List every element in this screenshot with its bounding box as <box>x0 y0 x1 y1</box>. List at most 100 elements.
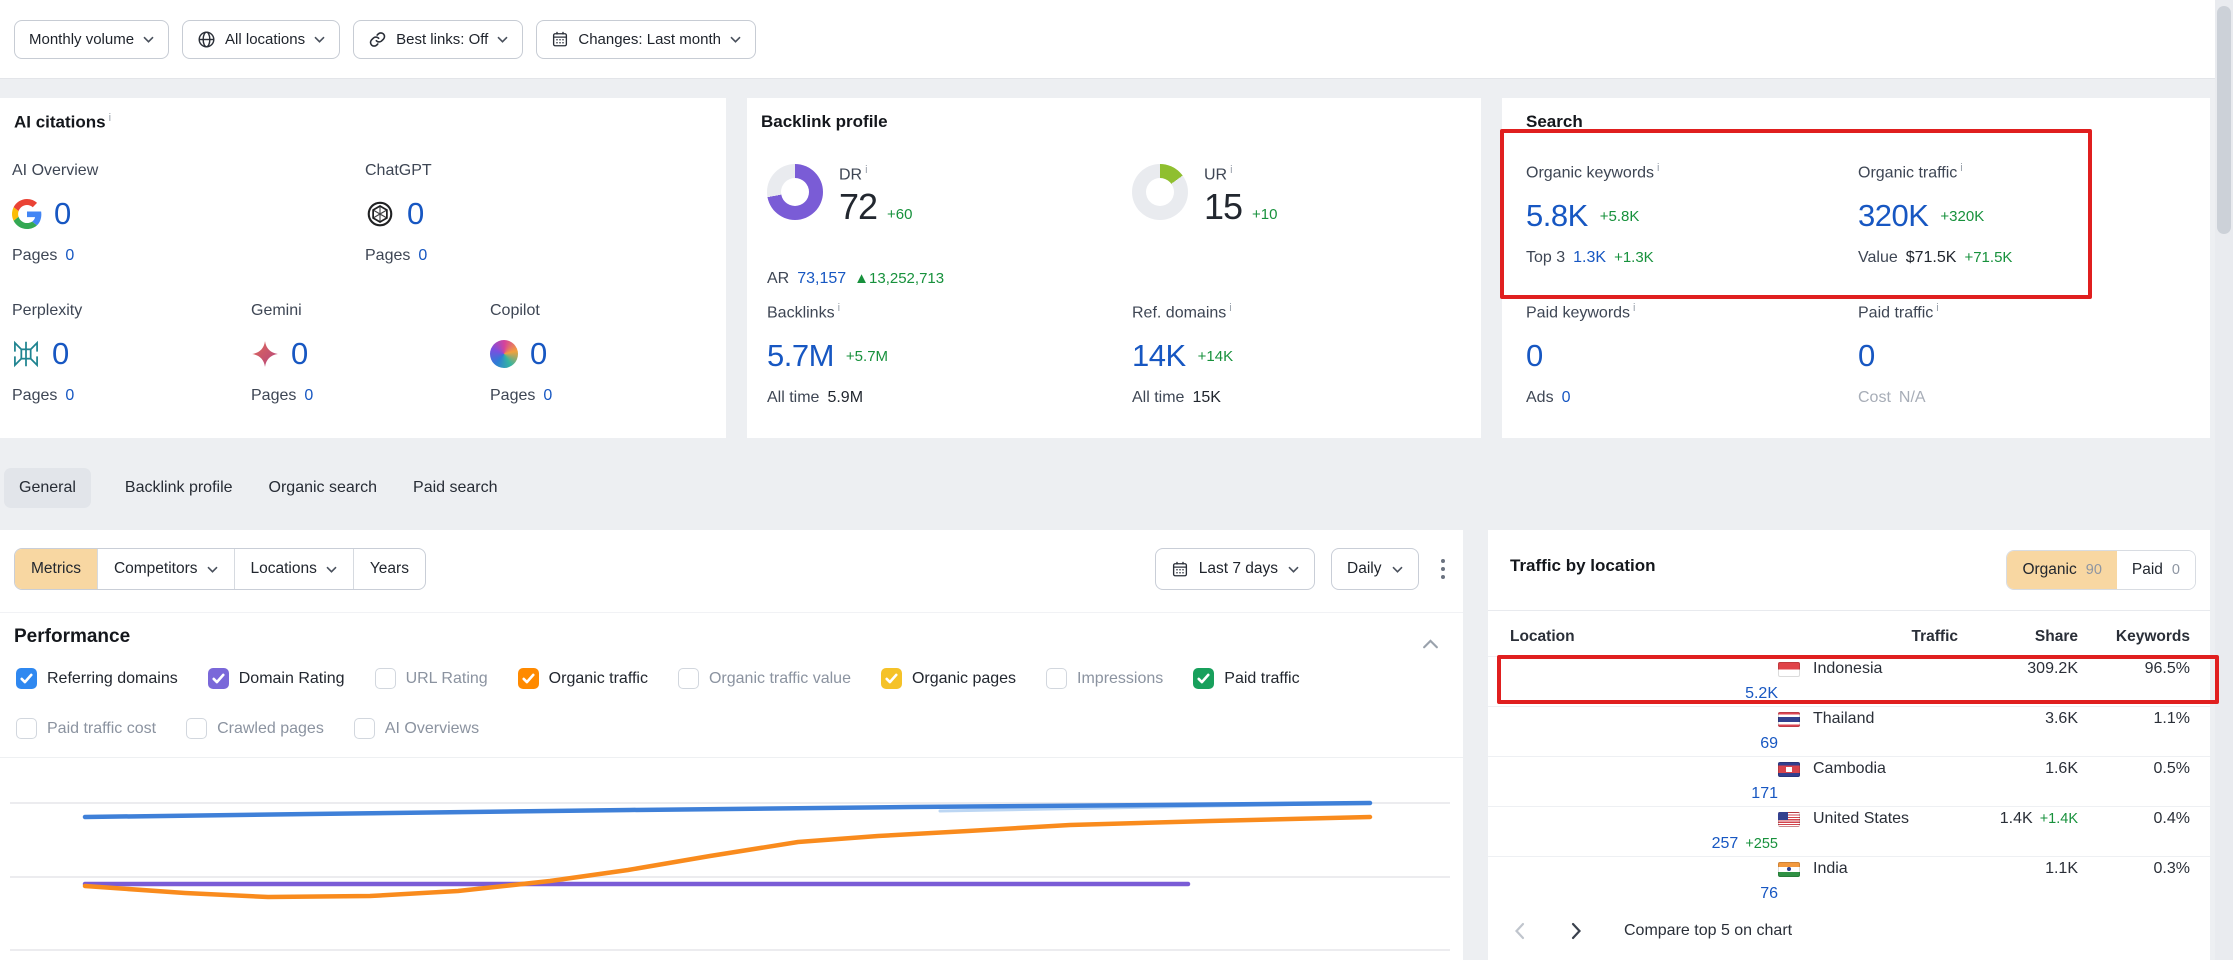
url-rating-block: URi 15 +10 <box>1132 164 1278 228</box>
authority-rank-row: AR 73,157 ▲13,252,713 <box>767 270 944 288</box>
organic-keywords-value-link[interactable]: 5.8K <box>1526 198 1588 234</box>
metric-checkbox-organic-traffic[interactable]: Organic traffic <box>518 668 648 689</box>
checked-checkbox[interactable] <box>1193 668 1214 689</box>
compare-top5-link[interactable]: Compare top 5 on chart <box>1624 922 1792 940</box>
tab-general[interactable]: General <box>4 468 91 508</box>
ar-value-link[interactable]: 73,157 <box>797 270 846 288</box>
dr-label: DR <box>839 166 862 183</box>
backlink-profile-title: Backlink profile <box>761 112 888 132</box>
segment-competitors[interactable]: Competitors <box>97 549 234 589</box>
unchecked-checkbox[interactable] <box>186 718 207 739</box>
us-flag-icon <box>1778 812 1800 827</box>
metric-checkbox-crawled-pages[interactable]: Crawled pages <box>186 718 324 739</box>
organic-traffic-delta: +320K <box>1940 208 1984 225</box>
unchecked-checkbox[interactable] <box>1046 668 1067 689</box>
cost-value: N/A <box>1899 389 1926 407</box>
pages-count-link[interactable]: 0 <box>65 247 74 265</box>
unchecked-checkbox[interactable] <box>16 718 37 739</box>
collapse-section-button[interactable] <box>1422 636 1439 654</box>
metric-checkbox-ai-overviews[interactable]: AI Overviews <box>354 718 479 739</box>
tab-backlink-profile[interactable]: Backlink profile <box>123 468 235 508</box>
metric-checkbox-url-rating[interactable]: URL Rating <box>375 668 488 689</box>
location-row-indonesia[interactable]: Indonesia309.2K96.5%5.2K <box>1488 656 2210 706</box>
scrollbar-thumb[interactable] <box>2217 6 2231 234</box>
metric-checkbox-organic-pages[interactable]: Organic pages <box>881 668 1016 689</box>
top3-value-link[interactable]: 1.3K <box>1573 249 1606 267</box>
metric-checkbox-paid-traffic-cost[interactable]: Paid traffic cost <box>16 718 156 739</box>
location-row-united-states[interactable]: United States1.4K+1.4K0.4%257+255 <box>1488 806 2210 856</box>
cost-label: Cost <box>1858 389 1891 407</box>
location-row-india[interactable]: India1.1K0.3%76 <box>1488 856 2210 906</box>
performance-section-title: Performance <box>14 626 130 648</box>
backlinks-label: Backlinks <box>767 304 835 321</box>
tab-paid-search[interactable]: Paid search <box>411 468 500 508</box>
ai-citations-title: AI citationsi <box>14 112 111 133</box>
locations-filter-button[interactable]: All locations <box>182 20 340 59</box>
keywords-count-link[interactable]: 257 <box>1712 835 1739 852</box>
google-logo-icon <box>12 199 42 229</box>
copilot-count-link[interactable]: 0 <box>530 336 547 372</box>
granularity-button[interactable]: Daily <box>1331 548 1418 590</box>
checked-checkbox[interactable] <box>881 668 902 689</box>
paid-keywords-value-link[interactable]: 0 <box>1526 338 1543 374</box>
organic-keywords-cell: Organic keywordsi 5.8K +5.8K Top 3 1.3K … <box>1526 162 1660 267</box>
prev-page-icon[interactable] <box>1510 918 1529 944</box>
metric-checkbox-domain-rating[interactable]: Domain Rating <box>208 668 345 689</box>
chatgpt-logo-icon <box>365 199 395 229</box>
segment-locations[interactable]: Locations <box>234 549 353 589</box>
metric-checkbox-organic-traffic-value[interactable]: Organic traffic value <box>678 668 851 689</box>
best-links-filter-label: Best links: Off <box>396 31 488 48</box>
ads-value-link[interactable]: 0 <box>1562 389 1571 407</box>
link-icon <box>368 30 387 49</box>
location-row-cambodia[interactable]: Cambodia1.6K0.5%171 <box>1488 756 2210 806</box>
keywords-cell: 76 <box>1510 885 1778 903</box>
ref-domains-cell: Ref. domainsi 14K +14K All time15K <box>1132 302 1233 407</box>
pages-count-link[interactable]: 0 <box>65 387 74 405</box>
metric-label: Organic traffic value <box>709 670 851 688</box>
tab-organic-search[interactable]: Organic search <box>267 468 380 508</box>
metric-checkbox-impressions[interactable]: Impressions <box>1046 668 1163 689</box>
best-links-filter-button[interactable]: Best links: Off <box>353 20 523 59</box>
chevron-down-icon <box>314 36 325 43</box>
checked-checkbox[interactable] <box>518 668 539 689</box>
pages-count-link[interactable]: 0 <box>543 387 552 405</box>
ref-domains-value-link[interactable]: 14K <box>1132 338 1186 374</box>
metric-label: Referring domains <box>47 670 178 688</box>
gemini-cell: Gemini 0 Pages0 <box>251 302 313 405</box>
more-options-kebab-icon[interactable] <box>1435 551 1452 588</box>
metric-label: Domain Rating <box>239 670 345 688</box>
date-range-button[interactable]: Last 7 days <box>1155 548 1315 590</box>
metric-checkbox-paid-traffic[interactable]: Paid traffic <box>1193 668 1299 689</box>
pages-count-link[interactable]: 0 <box>304 387 313 405</box>
unchecked-checkbox[interactable] <box>678 668 699 689</box>
ref-domains-delta: +14K <box>1198 348 1233 365</box>
toggle-organic[interactable]: Organic 90 <box>2007 551 2116 589</box>
keywords-count-link[interactable]: 69 <box>1760 735 1778 752</box>
next-page-icon[interactable] <box>1567 918 1586 944</box>
gemini-count-link[interactable]: 0 <box>291 336 308 372</box>
segment-metrics[interactable]: Metrics <box>15 549 97 589</box>
organic-traffic-value-link[interactable]: 320K <box>1858 198 1928 234</box>
segment-years[interactable]: Years <box>353 549 425 589</box>
changes-filter-button[interactable]: Changes: Last month <box>536 20 756 59</box>
checked-checkbox[interactable] <box>16 668 37 689</box>
checked-checkbox[interactable] <box>208 668 229 689</box>
ai-overview-count-link[interactable]: 0 <box>54 196 71 232</box>
unchecked-checkbox[interactable] <box>354 718 375 739</box>
chatgpt-count-link[interactable]: 0 <box>407 196 424 232</box>
unchecked-checkbox[interactable] <box>375 668 396 689</box>
location-row-thailand[interactable]: Thailand3.6K1.1%69 <box>1488 706 2210 756</box>
paid-keywords-cell: Paid keywordsi 0 Ads0 <box>1526 302 1636 407</box>
metric-checkbox-referring-domains[interactable]: Referring domains <box>16 668 178 689</box>
paid-traffic-value-link[interactable]: 0 <box>1858 338 1875 374</box>
perplexity-count-link[interactable]: 0 <box>52 336 69 372</box>
pages-count-link[interactable]: 0 <box>418 247 427 265</box>
alltime-value: 15K <box>1192 389 1220 407</box>
volume-filter-button[interactable]: Monthly volume <box>14 20 169 59</box>
keywords-count-link[interactable]: 5.2K <box>1745 685 1778 702</box>
toggle-paid[interactable]: Paid 0 <box>2117 551 2195 589</box>
keywords-count-link[interactable]: 76 <box>1760 885 1778 902</box>
backlinks-value-link[interactable]: 5.7M <box>767 338 834 374</box>
keywords-count-link[interactable]: 171 <box>1751 785 1778 802</box>
ai-source-label: AI Overview <box>12 162 98 180</box>
